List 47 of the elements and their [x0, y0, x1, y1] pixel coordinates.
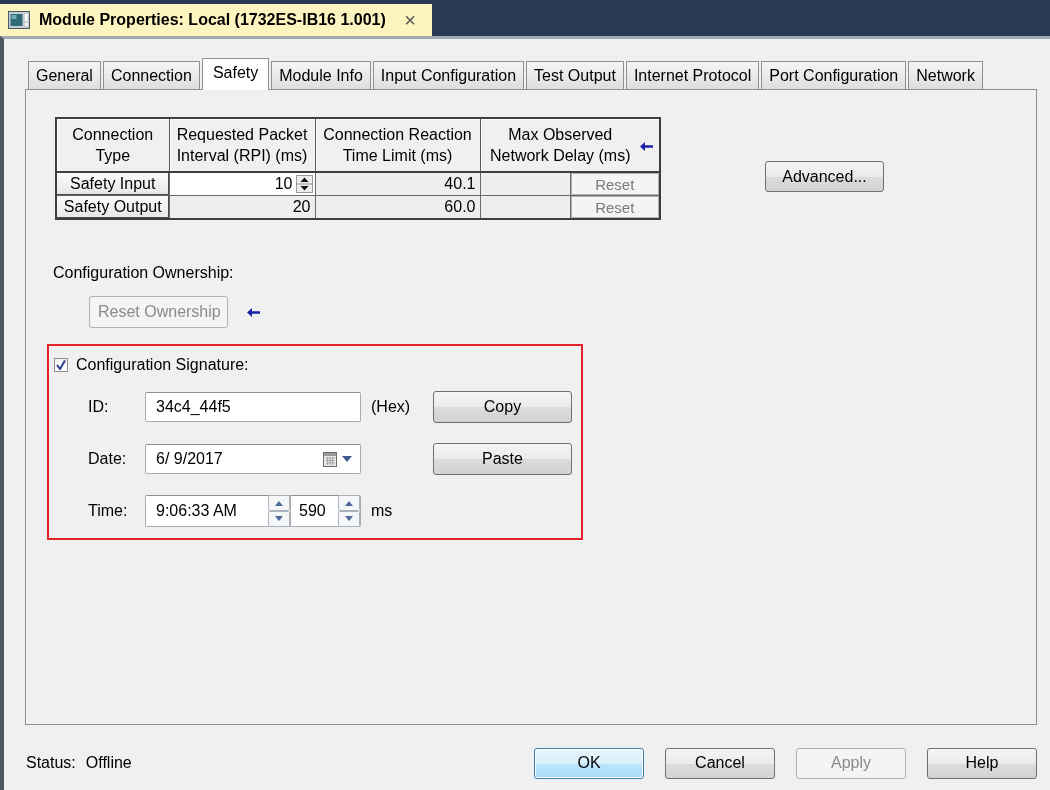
field-label: ID: [88, 398, 109, 416]
dropdown-arrow-icon[interactable] [342, 456, 352, 462]
close-button[interactable]: × [402, 10, 418, 30]
table-cell: 60.0 [315, 195, 480, 219]
ok-button[interactable]: OK [534, 747, 644, 779]
status-label: Status: [26, 754, 76, 772]
column-header: Requested Packet Interval (RPI) (ms) [169, 118, 315, 172]
tab[interactable]: Internet Protocol [625, 61, 760, 89]
help-button[interactable]: Help [927, 747, 1037, 779]
time-field[interactable]: 9:06:33 AM [145, 495, 290, 527]
tab[interactable]: Test Output [526, 61, 624, 89]
id-field[interactable]: 34c4_44f5 [145, 392, 361, 422]
column-header: Max Observed Network Delay (ms) [480, 118, 660, 172]
unit-label: (Hex) [371, 398, 411, 416]
copy-button[interactable]: Copy [433, 391, 572, 423]
section-label: Configuration Ownership: [53, 263, 234, 283]
status-value: Offline [85, 754, 132, 772]
field-label: Time: [88, 502, 128, 520]
row-header: Safety Input [56, 172, 169, 196]
cancel-button[interactable]: Cancel [665, 747, 775, 779]
tab[interactable]: Network [908, 61, 983, 89]
table-cell: 40.1 [315, 172, 480, 196]
calendar-icon[interactable] [323, 451, 338, 467]
checkbox-label: Configuration Signature: [76, 356, 249, 374]
tab[interactable]: Module Info [271, 61, 371, 89]
field-label: Date: [88, 450, 127, 468]
tab[interactable]: Input Configuration [372, 61, 525, 89]
column-header: Connection Type [56, 118, 169, 172]
tab[interactable]: Connection [102, 61, 200, 89]
document-tab[interactable]: Module Properties: Local (1732ES-IB16 1.001) × [0, 4, 432, 36]
row-header: Safety Output [56, 195, 169, 219]
spinner-icon[interactable] [295, 175, 313, 193]
column-header: Connection Reaction Time Limit (ms) [315, 118, 480, 172]
date-field[interactable]: 6/ 9/2017 [145, 444, 361, 474]
unit-label: ms [371, 502, 393, 520]
checkmark-icon [56, 360, 66, 370]
milliseconds-field[interactable]: 590 [290, 495, 361, 527]
table-cell: 20 [169, 195, 315, 219]
window-title: Module Properties: Local (1732ES-IB16 1.001) [39, 11, 386, 29]
tab[interactable]: Port Configuration [761, 61, 907, 89]
tab[interactable]: General [28, 61, 101, 89]
tab[interactable]: Safety [201, 58, 270, 90]
advanced-button[interactable]: Advanced... [765, 161, 884, 192]
paste-button[interactable]: Paste [433, 443, 572, 475]
checkbox[interactable] [54, 358, 68, 372]
app-icon [8, 11, 30, 29]
spin-field[interactable]: 10 [169, 172, 315, 196]
